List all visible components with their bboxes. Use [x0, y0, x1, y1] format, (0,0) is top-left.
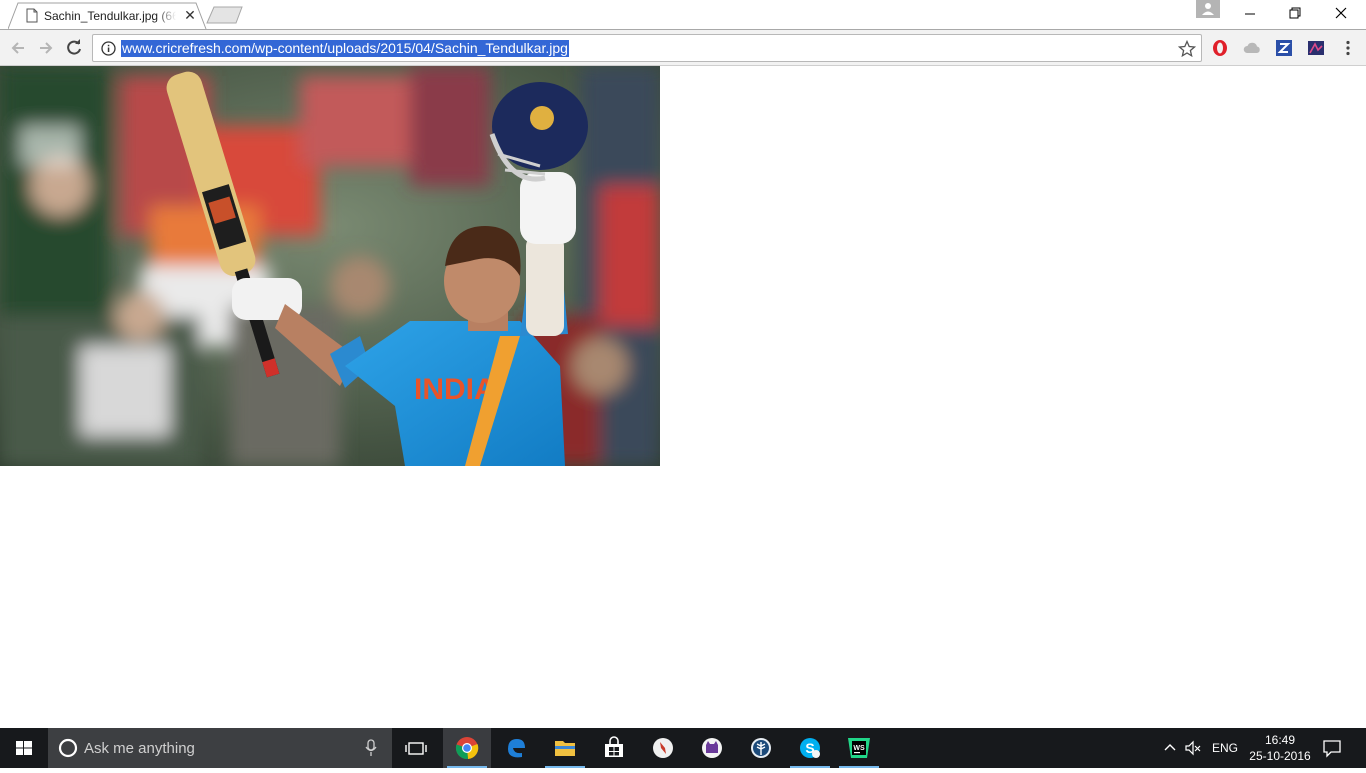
notification-icon[interactable]: [1322, 738, 1342, 758]
page-icon: [26, 8, 38, 23]
address-bar[interactable]: www.cricrefresh.com/wp-content/uploads/2…: [92, 34, 1202, 62]
new-tab-button[interactable]: [206, 6, 244, 24]
task-view-button[interactable]: [392, 728, 440, 768]
taskbar-compass-app[interactable]: [639, 728, 687, 768]
folder-icon: [555, 741, 575, 756]
microphone-icon[interactable]: [364, 739, 378, 757]
browser-tab[interactable]: Sachin_Tendulkar.jpg (660×400) ✕: [8, 2, 208, 30]
star-icon[interactable]: [1178, 40, 1196, 58]
language-indicator[interactable]: ENG: [1212, 741, 1238, 755]
tree-icon: [751, 738, 771, 758]
clock-date: 25-10-2016: [1249, 749, 1311, 763]
page-viewport: INDIA: [0, 66, 1366, 728]
close-icon: [1335, 7, 1347, 19]
minimize-button[interactable]: [1227, 0, 1273, 28]
cortana-icon: [58, 738, 78, 758]
clock[interactable]: 16:49 25-10-2016: [1248, 732, 1312, 764]
minimize-icon: [1245, 13, 1255, 15]
taskbar-tree-app[interactable]: [737, 728, 785, 768]
taskbar-webstorm[interactable]: WS: [835, 728, 883, 768]
taskbar-skype[interactable]: S: [786, 728, 834, 768]
restore-button[interactable]: [1272, 0, 1318, 28]
chevron-up-icon[interactable]: [1162, 740, 1178, 756]
search-placeholder: Ask me anything: [84, 740, 195, 757]
close-window-button[interactable]: [1318, 0, 1364, 28]
compass-icon: [653, 738, 673, 758]
store-icon: [605, 736, 623, 757]
close-tab-icon[interactable]: ✕: [182, 7, 198, 23]
restore-icon: [1289, 7, 1301, 19]
reload-icon[interactable]: [64, 38, 84, 58]
forward-arrow-icon[interactable]: [36, 38, 56, 58]
skype-icon: S: [800, 738, 820, 758]
taskbar-file-explorer[interactable]: [541, 728, 589, 768]
sketch-extension-icon[interactable]: [1307, 39, 1325, 57]
webstorm-icon: WS: [848, 738, 870, 758]
info-icon[interactable]: [101, 41, 116, 56]
taskbar-cat-app[interactable]: [688, 728, 736, 768]
speaker-muted-icon[interactable]: [1184, 739, 1202, 757]
z-extension-icon[interactable]: [1275, 39, 1293, 57]
url-text[interactable]: www.cricrefresh.com/wp-content/uploads/2…: [121, 40, 569, 57]
back-arrow-icon[interactable]: [8, 38, 28, 58]
taskbar-edge[interactable]: [492, 728, 540, 768]
cloud-icon[interactable]: [1243, 39, 1261, 57]
windows-logo-icon: [16, 741, 32, 755]
tab-title: Sachin_Tendulkar.jpg (660×400): [44, 9, 176, 23]
cat-icon: [702, 738, 722, 758]
opera-icon[interactable]: [1211, 39, 1229, 57]
task-view-icon: [405, 742, 427, 755]
svg-text:WS: WS: [853, 745, 865, 752]
search-box[interactable]: Ask me anything: [48, 728, 392, 768]
menu-icon[interactable]: [1339, 39, 1357, 57]
browser-toolbar: www.cricrefresh.com/wp-content/uploads/2…: [0, 29, 1366, 66]
person-icon: [1202, 3, 1214, 15]
taskbar: Ask me anything S WS ENG 16:49 25-10-201…: [0, 728, 1366, 768]
cricket-photo-illustration: INDIA: [0, 66, 660, 466]
tab-strip: Sachin_Tendulkar.jpg (660×400) ✕: [0, 0, 1366, 30]
start-button[interactable]: [0, 728, 48, 768]
chrome-icon: [455, 737, 479, 760]
taskbar-chrome[interactable]: [443, 728, 491, 768]
cricket-photo: INDIA: [0, 66, 660, 466]
taskbar-store[interactable]: [590, 728, 638, 768]
edge-icon: [508, 739, 525, 758]
clock-time: 16:49: [1264, 733, 1296, 747]
profile-button[interactable]: [1196, 0, 1220, 18]
